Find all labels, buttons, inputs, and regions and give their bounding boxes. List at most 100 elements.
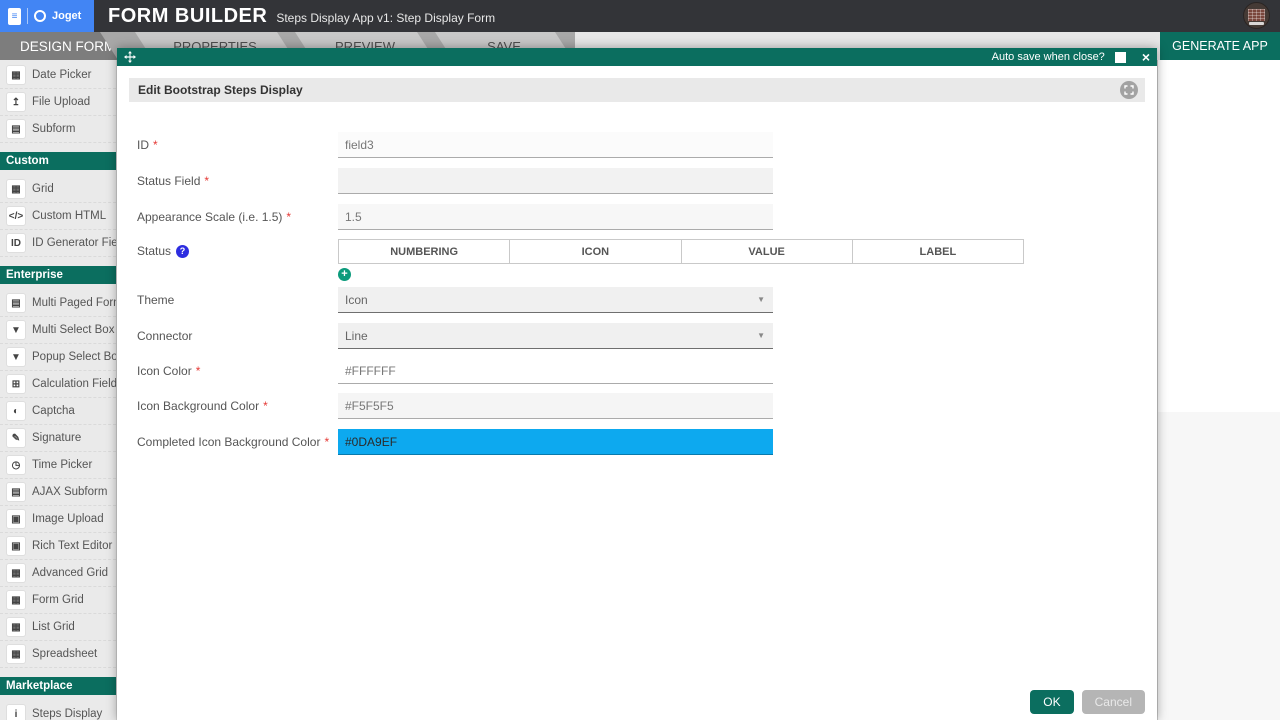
signature-icon: ✎ (7, 429, 25, 447)
sidebar-item-form-grid[interactable]: ▦ Form Grid (0, 587, 116, 614)
sidebar-section-enterprise[interactable]: Enterprise (0, 266, 116, 284)
edit-steps-display-dialog: Auto save when close? × Edit Bootstrap S… (117, 48, 1157, 720)
status-column-header: LABEL (853, 240, 1023, 263)
canvas-lower-area (1158, 412, 1280, 720)
cancel-button[interactable]: Cancel (1082, 690, 1145, 714)
joget-logo[interactable]: ≡ Joget (0, 0, 94, 32)
avatar[interactable] (1243, 2, 1270, 29)
sidebar-item-advanced-grid[interactable]: ▦ Advanced Grid (0, 560, 116, 587)
tab-design-form[interactable]: DESIGN FORM (0, 32, 118, 60)
sidebar-item-label: AJAX Subform (32, 486, 107, 498)
joget-brand-text: Joget (52, 10, 81, 22)
generate-app-button[interactable]: GENERATE APP (1160, 32, 1280, 60)
status-field-input[interactable] (338, 168, 773, 194)
sidebar-item-label: Grid (32, 183, 54, 195)
table-icon: ▦ (7, 645, 25, 663)
info-icon: i (7, 705, 25, 720)
sidebar-item-label: Subform (32, 123, 75, 135)
dialog-form: ID * field3 Status Field * Appearance Scal… (117, 48, 1157, 720)
sidebar-item-list-grid[interactable]: ▦ List Grid (0, 614, 116, 641)
connector-select[interactable]: Line ▼ (338, 323, 773, 349)
sidebar-item-multi-select-box[interactable]: ▼ Multi Select Box (0, 317, 116, 344)
sidebar-item-popup-select-box[interactable]: ▼ Popup Select Box (0, 344, 116, 371)
code-icon: </> (7, 207, 25, 225)
sidebar-item-label: Steps Display (32, 708, 102, 720)
field-label: Completed Icon Background Color (137, 435, 320, 449)
pages-icon: ▤ (7, 294, 25, 312)
image-icon: ▣ (7, 510, 25, 528)
sidebar-item-label: Multi Select Box (32, 324, 114, 336)
upload-icon: ↥ (7, 93, 25, 111)
field-row-icon-color: Icon Color * #FFFFFF (137, 358, 773, 384)
sidebar-item-file-upload[interactable]: ↥ File Upload (0, 89, 116, 116)
sidebar-item-time-picker[interactable]: ◷ Time Picker (0, 452, 116, 479)
sidebar-item-date-picker[interactable]: ▦ Date Picker (0, 62, 116, 89)
table-icon: ▦ (7, 591, 25, 609)
sidebar-item-signature[interactable]: ✎ Signature (0, 425, 116, 452)
sidebar-item-ajax-subform[interactable]: ▤ AJAX Subform (0, 479, 116, 506)
sidebar-item-id-generator-field[interactable]: ID ID Generator Field (0, 230, 116, 257)
sidebar-item-label: Image Upload (32, 513, 104, 525)
page-subtitle: Steps Display App v1: Step Display Form (276, 11, 495, 25)
top-bar: ≡ Joget FORM BUILDER Steps Display App v… (0, 0, 1280, 32)
file-icon: ▤ (7, 483, 25, 501)
sidebar-item-calculation-field[interactable]: ⊞ Calculation Field (0, 371, 116, 398)
table-icon: ▦ (7, 180, 25, 198)
sidebar-item-rich-text-editor[interactable]: ▣ Rich Text Editor (0, 533, 116, 560)
icon-background-color-input[interactable]: #F5F5F5 (338, 393, 773, 419)
sidebar-item-label: Date Picker (32, 69, 91, 81)
field-row-appearance-scale: Appearance Scale (i.e. 1.5)* 1.5 (137, 204, 773, 230)
field-label: Icon Color (137, 364, 192, 378)
add-row-icon[interactable]: + (338, 268, 351, 281)
field-label: Status Field (137, 174, 200, 188)
completed-icon-background-color-input[interactable]: #0DA9EF (338, 429, 773, 455)
field-row-icon-background-color: Icon Background Color* #F5F5F5 (137, 393, 773, 419)
required-asterisk: * (263, 399, 268, 413)
icon-color-input[interactable]: #FFFFFF (338, 358, 773, 384)
clock-icon: ◷ (7, 456, 25, 474)
avatar-image (1248, 9, 1265, 21)
field-row-connector: Connector Line ▼ (137, 323, 773, 349)
sidebar-item-image-upload[interactable]: ▣ Image Upload (0, 506, 116, 533)
field-row-status-field: Status Field * (137, 168, 773, 194)
page-title: FORM BUILDER (108, 5, 267, 28)
field-label: Status (137, 244, 171, 258)
sidebar-section-marketplace[interactable]: Marketplace (0, 677, 116, 695)
calculator-icon: ⊞ (7, 375, 25, 393)
sidebar-item-label: Custom (6, 155, 49, 167)
divider (27, 8, 28, 24)
sidebar-item-spreadsheet[interactable]: ▦ Spreadsheet (0, 641, 116, 668)
table-icon: ▦ (7, 618, 25, 636)
dialog-footer: OK Cancel (1030, 690, 1145, 714)
chevron-down-icon: ▼ (757, 295, 765, 304)
required-asterisk: * (153, 138, 158, 152)
required-asterisk: * (196, 364, 201, 378)
sidebar-item-label: List Grid (32, 621, 75, 633)
help-icon[interactable]: ? (176, 245, 189, 258)
sidebar-item-label: Marketplace (6, 680, 72, 692)
select-box-icon: ▼ (7, 321, 25, 339)
form-canvas-strip (1157, 60, 1280, 720)
ok-button[interactable]: OK (1030, 690, 1073, 714)
form-elements-sidebar: ▦ Date Picker ↥ File Upload ▤ Subform Cu… (0, 60, 117, 720)
field-label: ID (137, 138, 149, 152)
sidebar-item-multi-paged-form[interactable]: ▤ Multi Paged Form (0, 290, 116, 317)
field-label: Appearance Scale (i.e. 1.5) (137, 210, 282, 224)
sidebar-item-label: Custom HTML (32, 210, 106, 222)
sidebar-item-custom-html[interactable]: </> Custom HTML (0, 203, 116, 230)
sidebar-item-subform[interactable]: ▤ Subform (0, 116, 116, 143)
field-row-status: Status? NUMBERING ICON VALUE LABEL + (137, 239, 1024, 281)
sidebar-item-steps-display[interactable]: i Steps Display (0, 701, 116, 720)
id-input[interactable]: field3 (338, 132, 773, 158)
appearance-scale-input[interactable]: 1.5 (338, 204, 773, 230)
status-column-header: NUMBERING (339, 240, 510, 263)
richtext-icon: ▣ (7, 537, 25, 555)
table-icon: ▦ (7, 564, 25, 582)
sidebar-item-label: Captcha (32, 405, 75, 417)
sidebar-item-captcha[interactable]: ◐ Captcha (0, 398, 116, 425)
sidebar-section-custom[interactable]: Custom (0, 152, 116, 170)
theme-selected-value: Icon (345, 293, 368, 307)
required-asterisk: * (204, 174, 209, 188)
theme-select[interactable]: Icon ▼ (338, 287, 773, 313)
sidebar-item-grid[interactable]: ▦ Grid (0, 176, 116, 203)
